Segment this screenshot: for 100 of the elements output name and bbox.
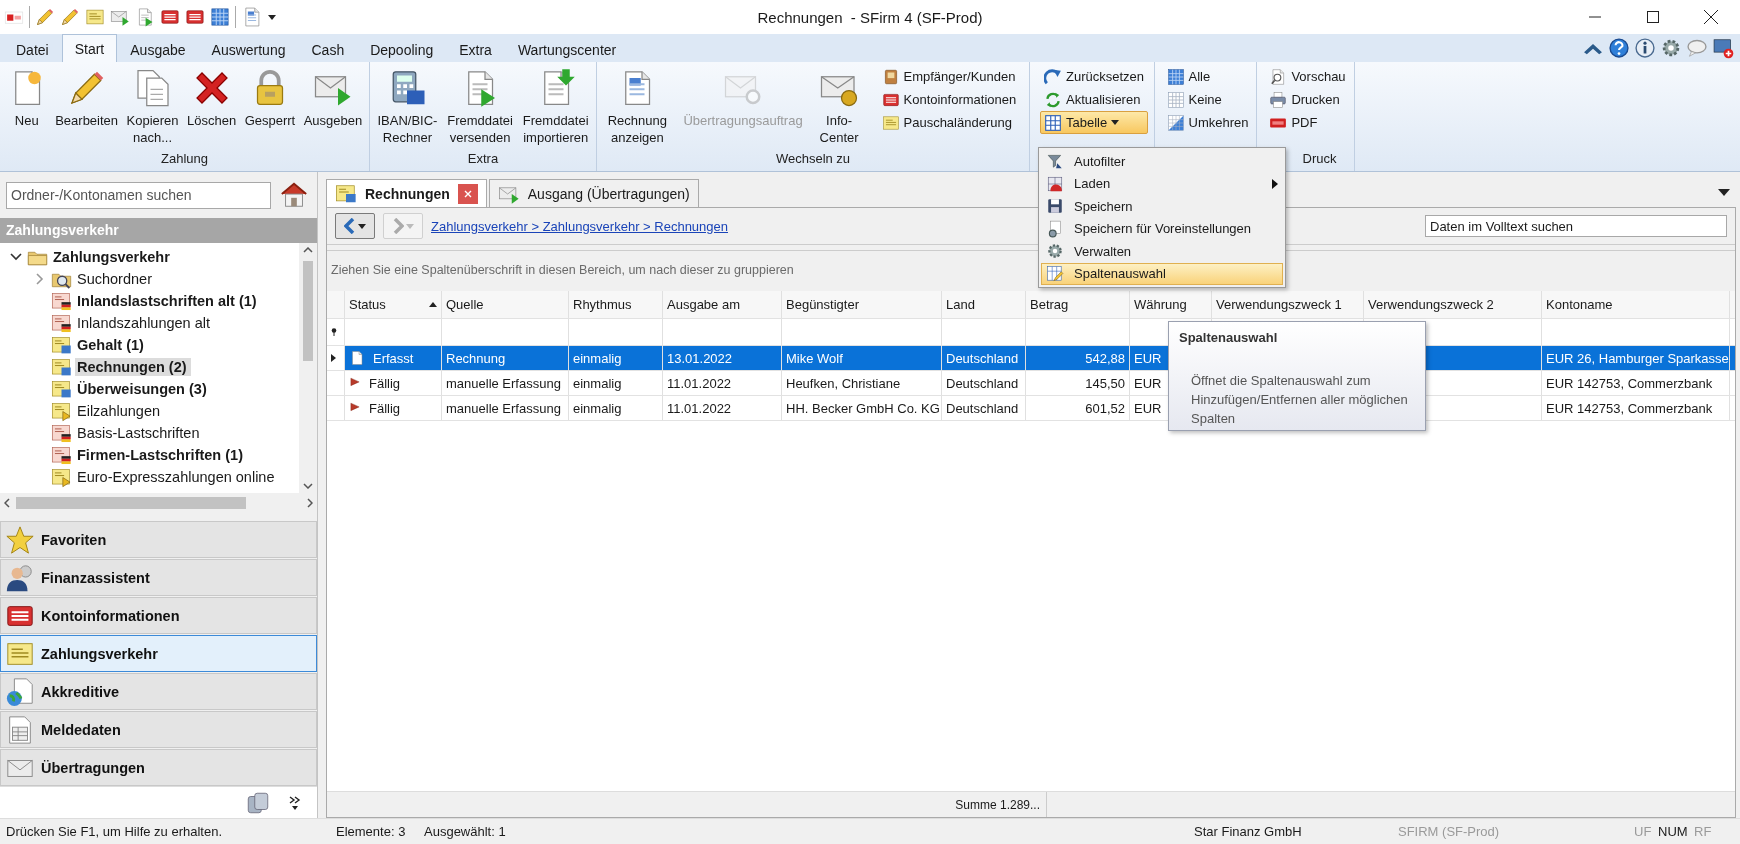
ribbon-button[interactable]: Aktualisieren bbox=[1039, 88, 1148, 111]
tree-item[interactable]: Suchordner bbox=[75, 270, 156, 288]
menu-tab[interactable]: Start bbox=[61, 34, 118, 62]
tree-item[interactable]: Firmen-Lastschriften (1) bbox=[75, 446, 247, 464]
search-field[interactable]: Daten im Volltext suchen bbox=[1425, 215, 1727, 237]
scroll-up-icon[interactable] bbox=[303, 247, 313, 253]
ribbon-button[interactable]: Pauschaländerung bbox=[877, 111, 1021, 134]
vertical-scrollbar[interactable] bbox=[299, 243, 317, 493]
ribbon-button[interactable]: Zurücksetzen bbox=[1039, 65, 1148, 88]
column-header[interactable]: Begünstigter bbox=[782, 291, 942, 318]
edit-icon[interactable] bbox=[60, 7, 80, 27]
tree-item[interactable]: Überweisungen (3) bbox=[75, 380, 211, 398]
column-header[interactable]: Verwendungszweck 2 bbox=[1364, 291, 1542, 318]
more-chevrons-icon[interactable] bbox=[289, 794, 301, 811]
scroll-right-icon[interactable] bbox=[307, 498, 313, 508]
column-header[interactable]: Kontoname bbox=[1542, 291, 1730, 318]
ribbon-button[interactable]: Info-Center bbox=[817, 65, 862, 149]
scroll-down-icon[interactable] bbox=[303, 483, 313, 489]
ribbon-button[interactable]: Kopieren nach... bbox=[124, 65, 181, 149]
menu-item[interactable]: Spaltenauswahl bbox=[1041, 262, 1283, 285]
tree-item[interactable]: Zahlungsverkehr bbox=[51, 248, 174, 266]
menu-tab[interactable]: Auswertung bbox=[198, 36, 299, 62]
ribbon-button[interactable]: Gesperrt bbox=[242, 65, 298, 132]
tree-item[interactable]: Inlandszahlungen alt bbox=[75, 314, 215, 332]
chat-icon[interactable] bbox=[1686, 37, 1708, 59]
search-field[interactable]: Ordner-/Kontonamen suchen bbox=[6, 181, 271, 209]
menu-tab[interactable]: Datei bbox=[3, 36, 62, 62]
table-cell: Deutschland bbox=[946, 400, 1019, 416]
horizontal-scrollbar[interactable] bbox=[0, 493, 317, 513]
list-icon[interactable] bbox=[185, 7, 205, 27]
ribbon-button[interactable]: Umkehren bbox=[1162, 111, 1253, 134]
ribbon-button[interactable]: PDF bbox=[1265, 111, 1350, 134]
column-header[interactable]: Ausgabe am bbox=[663, 291, 782, 318]
column-header[interactable]: Verwendungszweck 1 bbox=[1212, 291, 1364, 318]
list-icon[interactable] bbox=[160, 7, 180, 27]
ribbon-button[interactable]: Empfänger/Kunden bbox=[877, 65, 1021, 88]
form-icon[interactable] bbox=[85, 7, 105, 27]
tree-item[interactable]: Eilzahlungen bbox=[75, 402, 165, 420]
scroll-left-icon[interactable] bbox=[4, 498, 10, 508]
ribbon-button[interactable]: Ausgeben bbox=[301, 65, 365, 132]
column-header[interactable]: Land bbox=[942, 291, 1026, 318]
back-button[interactable] bbox=[335, 213, 375, 239]
menu-tab[interactable]: Extra bbox=[446, 36, 505, 62]
edit-icon[interactable] bbox=[35, 7, 55, 27]
ribbon-button[interactable]: Drucken bbox=[1265, 88, 1350, 111]
menu-tab[interactable]: Cash bbox=[298, 36, 358, 62]
tree-item[interactable]: Euro-Expresszahlungen online bbox=[75, 468, 279, 486]
grid-icon[interactable] bbox=[210, 7, 230, 27]
menu-item[interactable]: Speichern für Voreinstellungen bbox=[1041, 217, 1283, 240]
nav-button[interactable]: Meldedaten bbox=[0, 711, 317, 748]
ribbon-button[interactable]: Neu bbox=[4, 65, 49, 132]
scroll-thumb[interactable] bbox=[16, 497, 246, 509]
ribbon-button[interactable]: Rechnung anzeigen bbox=[605, 65, 669, 149]
close-tab-button[interactable] bbox=[457, 183, 478, 204]
tree-item[interactable]: Rechnungen (2) bbox=[75, 358, 191, 376]
menu-tab[interactable]: Depooling bbox=[357, 36, 447, 62]
document-tab[interactable]: Rechnungen bbox=[326, 179, 487, 207]
menu-tab[interactable]: Wartungscenter bbox=[504, 36, 630, 62]
ribbon-button[interactable]: Fremddatei versenden bbox=[445, 65, 515, 149]
nav-button[interactable]: Finanzassistent bbox=[0, 559, 317, 596]
nav-button[interactable]: Favoriten bbox=[0, 521, 317, 558]
nav-button[interactable]: Übertragungen bbox=[0, 749, 317, 786]
menu-tab[interactable]: Ausgabe bbox=[117, 36, 199, 62]
nav-button[interactable]: Zahlungsverkehr bbox=[0, 635, 317, 672]
monitor-icon[interactable] bbox=[1712, 37, 1734, 59]
ribbon-button[interactable]: Keine bbox=[1162, 88, 1253, 111]
expanded-chevron-icon[interactable] bbox=[10, 251, 22, 263]
dropdown-button[interactable]: Tabelle bbox=[1039, 111, 1148, 134]
collapsed-chevron-icon[interactable] bbox=[34, 273, 46, 285]
ribbon-button[interactable]: IBAN/BIC-Rechner bbox=[375, 65, 440, 149]
menu-item[interactable]: Laden bbox=[1041, 172, 1283, 195]
nav-button[interactable]: Akkreditive bbox=[0, 673, 317, 710]
ribbon-button[interactable]: Alle bbox=[1162, 65, 1253, 88]
tree-item[interactable]: Gehalt (1) bbox=[75, 336, 148, 354]
table-icon bbox=[1043, 113, 1062, 132]
toolbar-dropdown-button[interactable] bbox=[268, 14, 276, 20]
column-header[interactable]: Quelle bbox=[442, 291, 569, 318]
tree-item[interactable]: Inlandslastschriften alt (1) bbox=[75, 292, 261, 310]
help-icon[interactable] bbox=[1608, 37, 1630, 59]
menu-item[interactable]: Autofilter bbox=[1041, 150, 1283, 173]
menu-item[interactable]: Speichern bbox=[1041, 195, 1283, 218]
document-tab[interactable]: Ausgang (Übertragungen) bbox=[488, 179, 699, 207]
status-text: RF bbox=[1693, 824, 1713, 839]
ribbon-button[interactable]: Kontoinformationen bbox=[877, 88, 1021, 111]
form-icon bbox=[51, 290, 72, 312]
column-header[interactable]: Betrag bbox=[1026, 291, 1130, 318]
nav-button[interactable]: Kontoinformationen bbox=[0, 597, 317, 634]
ribbon-button[interactable]: Fremddatei importieren bbox=[520, 65, 591, 149]
column-header[interactable]: Rhythmus bbox=[569, 291, 663, 318]
ribbon-button[interactable]: Bearbeiten bbox=[53, 65, 121, 132]
column-header[interactable]: Währung bbox=[1130, 291, 1212, 318]
ribbon-button[interactable]: Löschen bbox=[185, 65, 239, 132]
home-icon[interactable] bbox=[279, 180, 309, 210]
breadcrumb-link[interactable]: Zahlungsverkehr > Zahlungsverkehr > Rechnungen bbox=[431, 218, 728, 234]
tree-item[interactable]: Basis-Lastschriften bbox=[75, 424, 204, 442]
ribbon-button[interactable]: Vorschau bbox=[1265, 65, 1350, 88]
settings-icon[interactable] bbox=[1660, 37, 1682, 59]
column-header[interactable]: Status bbox=[345, 291, 442, 318]
scroll-thumb[interactable] bbox=[303, 261, 313, 361]
info-icon[interactable] bbox=[1634, 37, 1656, 59]
